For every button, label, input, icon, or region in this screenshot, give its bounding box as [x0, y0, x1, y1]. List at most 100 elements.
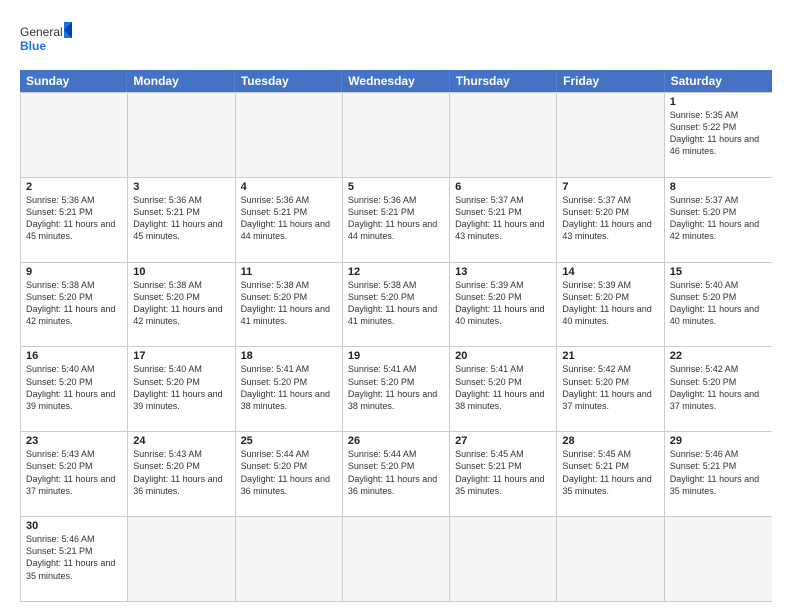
day-number: 28 — [562, 435, 658, 447]
day-content: Sunrise: 5:40 AM Sunset: 5:20 PM Dayligh… — [26, 363, 122, 412]
day-number: 8 — [670, 181, 767, 193]
calendar-week-3: 9Sunrise: 5:38 AM Sunset: 5:20 PM Daylig… — [21, 262, 772, 347]
day-number: 24 — [133, 435, 229, 447]
empty-cell-0-1 — [128, 93, 235, 177]
logo-icon: General Blue — [20, 20, 72, 62]
day-number: 16 — [26, 350, 122, 362]
day-content: Sunrise: 5:40 AM Sunset: 5:20 PM Dayligh… — [670, 279, 767, 328]
day-11: 11Sunrise: 5:38 AM Sunset: 5:20 PM Dayli… — [236, 263, 343, 347]
day-28: 28Sunrise: 5:45 AM Sunset: 5:21 PM Dayli… — [557, 432, 664, 516]
day-number: 6 — [455, 181, 551, 193]
day-30: 30Sunrise: 5:46 AM Sunset: 5:21 PM Dayli… — [21, 517, 128, 601]
header-friday: Friday — [557, 70, 664, 92]
day-23: 23Sunrise: 5:43 AM Sunset: 5:20 PM Dayli… — [21, 432, 128, 516]
day-1: 1Sunrise: 5:35 AM Sunset: 5:22 PM Daylig… — [665, 93, 772, 177]
calendar-week-4: 16Sunrise: 5:40 AM Sunset: 5:20 PM Dayli… — [21, 346, 772, 431]
day-19: 19Sunrise: 5:41 AM Sunset: 5:20 PM Dayli… — [343, 347, 450, 431]
day-15: 15Sunrise: 5:40 AM Sunset: 5:20 PM Dayli… — [665, 263, 772, 347]
day-number: 9 — [26, 266, 122, 278]
day-16: 16Sunrise: 5:40 AM Sunset: 5:20 PM Dayli… — [21, 347, 128, 431]
day-content: Sunrise: 5:38 AM Sunset: 5:20 PM Dayligh… — [348, 279, 444, 328]
empty-cell-5-4 — [450, 517, 557, 601]
empty-cell-0-2 — [236, 93, 343, 177]
day-17: 17Sunrise: 5:40 AM Sunset: 5:20 PM Dayli… — [128, 347, 235, 431]
day-number: 12 — [348, 266, 444, 278]
day-21: 21Sunrise: 5:42 AM Sunset: 5:20 PM Dayli… — [557, 347, 664, 431]
day-number: 18 — [241, 350, 337, 362]
day-2: 2Sunrise: 5:36 AM Sunset: 5:21 PM Daylig… — [21, 178, 128, 262]
day-number: 10 — [133, 266, 229, 278]
day-content: Sunrise: 5:36 AM Sunset: 5:21 PM Dayligh… — [26, 194, 122, 243]
empty-cell-0-3 — [343, 93, 450, 177]
empty-cell-5-2 — [236, 517, 343, 601]
calendar-week-6: 30Sunrise: 5:46 AM Sunset: 5:21 PM Dayli… — [21, 516, 772, 601]
day-number: 3 — [133, 181, 229, 193]
day-content: Sunrise: 5:42 AM Sunset: 5:20 PM Dayligh… — [562, 363, 658, 412]
header-monday: Monday — [127, 70, 234, 92]
day-number: 27 — [455, 435, 551, 447]
day-4: 4Sunrise: 5:36 AM Sunset: 5:21 PM Daylig… — [236, 178, 343, 262]
day-9: 9Sunrise: 5:38 AM Sunset: 5:20 PM Daylig… — [21, 263, 128, 347]
empty-cell-0-0 — [21, 93, 128, 177]
day-content: Sunrise: 5:45 AM Sunset: 5:21 PM Dayligh… — [455, 448, 551, 497]
svg-text:Blue: Blue — [20, 39, 46, 53]
day-content: Sunrise: 5:38 AM Sunset: 5:20 PM Dayligh… — [133, 279, 229, 328]
calendar-week-1: 1Sunrise: 5:35 AM Sunset: 5:22 PM Daylig… — [21, 92, 772, 177]
day-8: 8Sunrise: 5:37 AM Sunset: 5:20 PM Daylig… — [665, 178, 772, 262]
day-content: Sunrise: 5:39 AM Sunset: 5:20 PM Dayligh… — [455, 279, 551, 328]
day-7: 7Sunrise: 5:37 AM Sunset: 5:20 PM Daylig… — [557, 178, 664, 262]
day-number: 26 — [348, 435, 444, 447]
calendar-header: SundayMondayTuesdayWednesdayThursdayFrid… — [20, 70, 772, 92]
day-content: Sunrise: 5:37 AM Sunset: 5:21 PM Dayligh… — [455, 194, 551, 243]
logo: General Blue — [20, 20, 72, 62]
day-26: 26Sunrise: 5:44 AM Sunset: 5:20 PM Dayli… — [343, 432, 450, 516]
day-content: Sunrise: 5:39 AM Sunset: 5:20 PM Dayligh… — [562, 279, 658, 328]
day-number: 22 — [670, 350, 767, 362]
day-number: 5 — [348, 181, 444, 193]
header-saturday: Saturday — [665, 70, 772, 92]
day-18: 18Sunrise: 5:41 AM Sunset: 5:20 PM Dayli… — [236, 347, 343, 431]
day-content: Sunrise: 5:38 AM Sunset: 5:20 PM Dayligh… — [26, 279, 122, 328]
day-content: Sunrise: 5:40 AM Sunset: 5:20 PM Dayligh… — [133, 363, 229, 412]
day-22: 22Sunrise: 5:42 AM Sunset: 5:20 PM Dayli… — [665, 347, 772, 431]
day-25: 25Sunrise: 5:44 AM Sunset: 5:20 PM Dayli… — [236, 432, 343, 516]
empty-cell-5-1 — [128, 517, 235, 601]
svg-text:General: General — [20, 25, 63, 39]
day-content: Sunrise: 5:35 AM Sunset: 5:22 PM Dayligh… — [670, 109, 767, 158]
day-10: 10Sunrise: 5:38 AM Sunset: 5:20 PM Dayli… — [128, 263, 235, 347]
day-content: Sunrise: 5:45 AM Sunset: 5:21 PM Dayligh… — [562, 448, 658, 497]
day-number: 30 — [26, 520, 122, 532]
header-thursday: Thursday — [450, 70, 557, 92]
calendar-body: 1Sunrise: 5:35 AM Sunset: 5:22 PM Daylig… — [20, 92, 772, 602]
day-content: Sunrise: 5:41 AM Sunset: 5:20 PM Dayligh… — [455, 363, 551, 412]
day-number: 1 — [670, 96, 767, 108]
day-content: Sunrise: 5:36 AM Sunset: 5:21 PM Dayligh… — [348, 194, 444, 243]
day-number: 19 — [348, 350, 444, 362]
day-number: 2 — [26, 181, 122, 193]
day-6: 6Sunrise: 5:37 AM Sunset: 5:21 PM Daylig… — [450, 178, 557, 262]
day-number: 20 — [455, 350, 551, 362]
day-14: 14Sunrise: 5:39 AM Sunset: 5:20 PM Dayli… — [557, 263, 664, 347]
day-number: 11 — [241, 266, 337, 278]
day-content: Sunrise: 5:41 AM Sunset: 5:20 PM Dayligh… — [348, 363, 444, 412]
day-content: Sunrise: 5:37 AM Sunset: 5:20 PM Dayligh… — [562, 194, 658, 243]
day-number: 13 — [455, 266, 551, 278]
day-content: Sunrise: 5:44 AM Sunset: 5:20 PM Dayligh… — [241, 448, 337, 497]
day-content: Sunrise: 5:46 AM Sunset: 5:21 PM Dayligh… — [670, 448, 767, 497]
day-number: 23 — [26, 435, 122, 447]
empty-cell-0-5 — [557, 93, 664, 177]
empty-cell-5-3 — [343, 517, 450, 601]
calendar: SundayMondayTuesdayWednesdayThursdayFrid… — [20, 70, 772, 602]
day-3: 3Sunrise: 5:36 AM Sunset: 5:21 PM Daylig… — [128, 178, 235, 262]
header-tuesday: Tuesday — [235, 70, 342, 92]
day-content: Sunrise: 5:43 AM Sunset: 5:20 PM Dayligh… — [26, 448, 122, 497]
empty-cell-5-6 — [665, 517, 772, 601]
calendar-week-5: 23Sunrise: 5:43 AM Sunset: 5:20 PM Dayli… — [21, 431, 772, 516]
page-header: General Blue — [20, 16, 772, 62]
day-content: Sunrise: 5:43 AM Sunset: 5:20 PM Dayligh… — [133, 448, 229, 497]
day-content: Sunrise: 5:36 AM Sunset: 5:21 PM Dayligh… — [241, 194, 337, 243]
day-number: 17 — [133, 350, 229, 362]
day-number: 29 — [670, 435, 767, 447]
day-13: 13Sunrise: 5:39 AM Sunset: 5:20 PM Dayli… — [450, 263, 557, 347]
day-number: 25 — [241, 435, 337, 447]
